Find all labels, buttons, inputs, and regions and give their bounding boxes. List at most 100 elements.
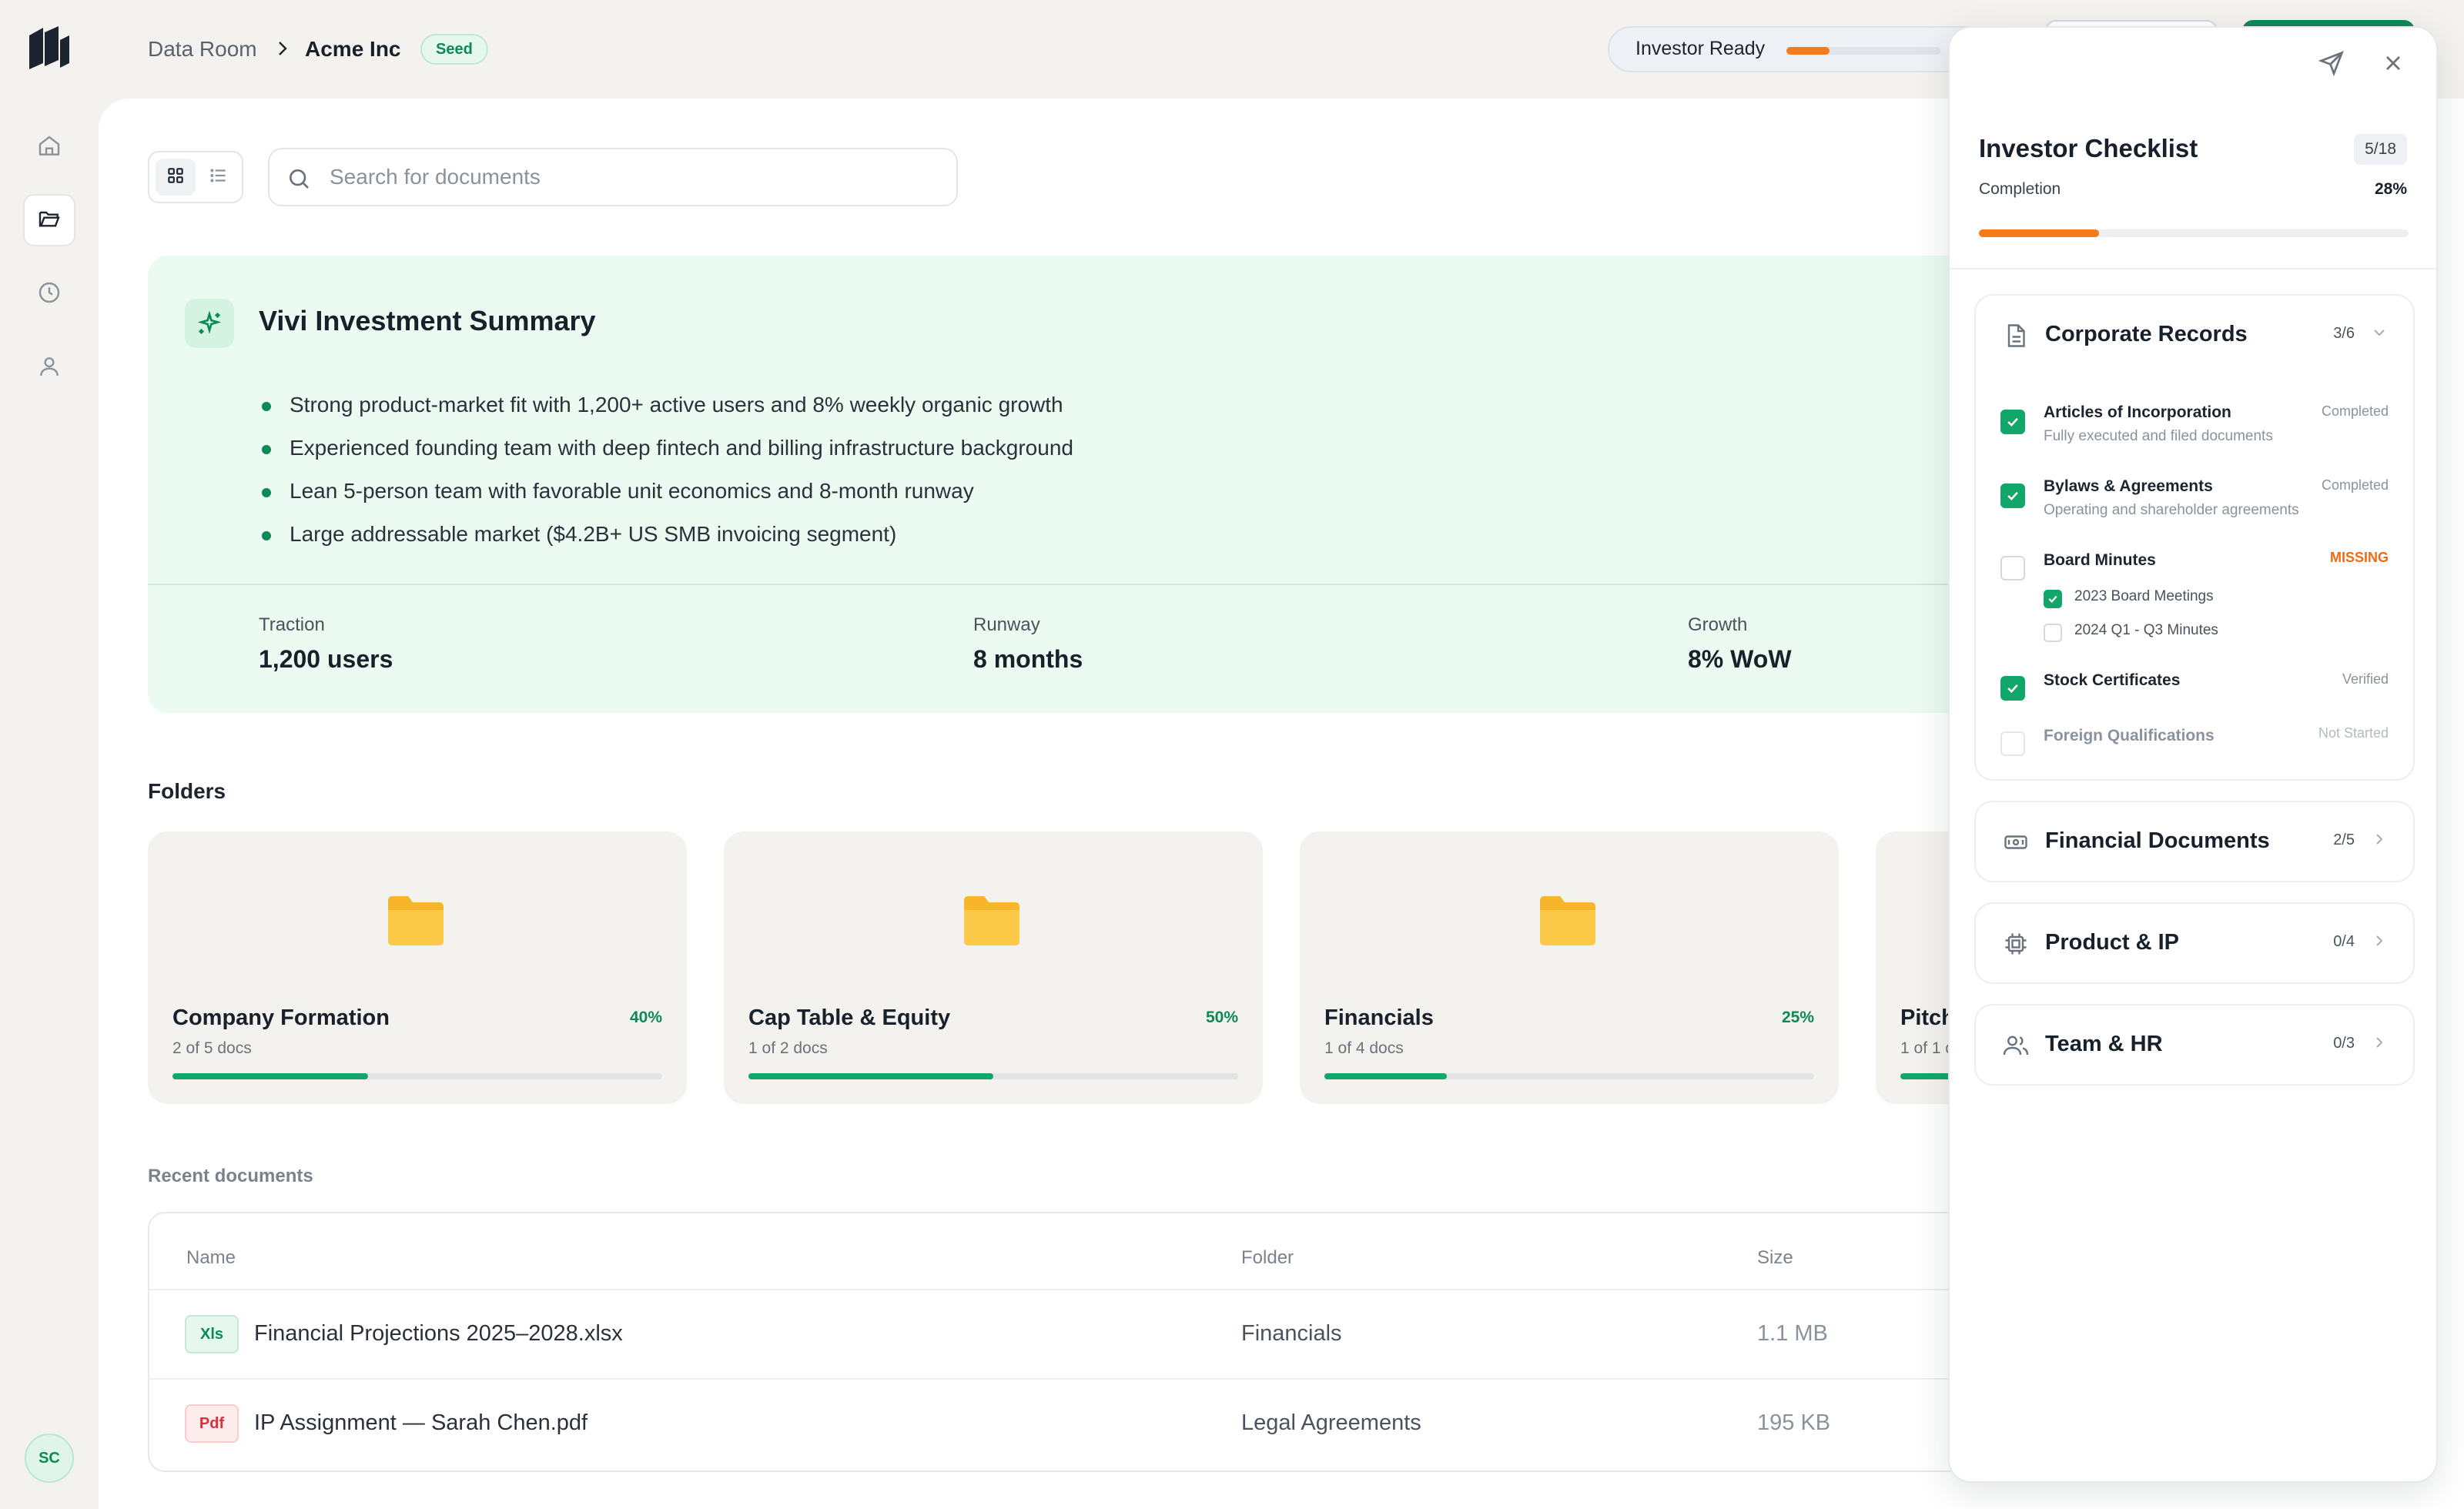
column-header-size[interactable]: Size bbox=[1757, 1247, 1793, 1269]
nav-history[interactable] bbox=[23, 268, 75, 320]
recent-documents-table: Name Folder Size Xls Financial Projectio… bbox=[148, 1212, 2258, 1472]
category-name[interactable]: Corporate Records bbox=[2045, 322, 2248, 347]
checklist-title: Investor Checklist bbox=[1979, 134, 2198, 162]
checkbox-unchecked[interactable] bbox=[2000, 556, 2025, 581]
banknote-icon bbox=[2002, 828, 2030, 860]
chevron-right-icon bbox=[2370, 932, 2389, 954]
pdf-file-icon: Pdf bbox=[185, 1404, 239, 1443]
column-header-name[interactable]: Name bbox=[186, 1247, 236, 1269]
sparkle-icon bbox=[185, 299, 234, 348]
folder-icon bbox=[1538, 893, 1597, 951]
column-header-folder[interactable]: Folder bbox=[1241, 1247, 1294, 1269]
summary-bullet: Experienced founding team with deep fint… bbox=[259, 427, 1073, 470]
subitem-checkbox-unchecked[interactable] bbox=[2044, 624, 2062, 642]
folder-progress-track bbox=[748, 1073, 1238, 1079]
folder-progress-fill bbox=[172, 1073, 369, 1079]
category-count: 3/6 bbox=[2333, 325, 2355, 342]
document-icon bbox=[2002, 322, 2030, 353]
metric-label: Traction bbox=[259, 614, 325, 635]
nav-data-room[interactable] bbox=[23, 194, 75, 246]
checklist-item[interactable]: Board Minutes MISSING 2023 Board Meeting… bbox=[2000, 550, 2389, 650]
checkbox-checked[interactable] bbox=[2000, 410, 2025, 434]
folder-open-icon bbox=[37, 206, 62, 235]
view-toggle bbox=[148, 151, 243, 203]
document-size: 1.1 MB bbox=[1757, 1321, 1828, 1346]
checkbox-checked[interactable] bbox=[2000, 483, 2025, 508]
nav-home[interactable] bbox=[23, 122, 75, 174]
table-row[interactable]: Xls Financial Projections 2025–2028.xlsx… bbox=[149, 1290, 2256, 1378]
checklist-item[interactable]: Stock Certificates Verified bbox=[2000, 671, 2389, 708]
clock-icon bbox=[37, 280, 62, 309]
close-icon[interactable] bbox=[2381, 51, 2405, 79]
folder-icon bbox=[387, 893, 445, 951]
folder-progress-fill bbox=[1324, 1073, 1447, 1079]
subitem-name: 2024 Q1 - Q3 Minutes bbox=[2074, 622, 2218, 638]
subitem-checkbox-checked[interactable] bbox=[2044, 590, 2062, 608]
investor-checklist-panel: Investor Checklist 5/18 Completion 28% C… bbox=[1948, 26, 2438, 1483]
investor-ready-track bbox=[1786, 47, 1940, 55]
checklist-item[interactable]: Articles of Incorporation Fully executed… bbox=[2000, 403, 2389, 453]
item-status: Completed bbox=[2321, 403, 2389, 419]
category-financial-documents[interactable]: Financial Documents 2/5 bbox=[1974, 801, 2415, 882]
breadcrumb-current: Acme Inc bbox=[305, 37, 401, 61]
category-name: Financial Documents bbox=[2045, 828, 2270, 853]
app-logo[interactable] bbox=[26, 25, 72, 75]
folder-percent: 25% bbox=[1781, 1009, 1814, 1026]
metric-value: 8 months bbox=[973, 645, 1083, 673]
chevron-down-icon[interactable] bbox=[2370, 323, 2389, 346]
metric-traction: Traction 1,200 users bbox=[259, 614, 393, 674]
folder-percent: 50% bbox=[1205, 1009, 1238, 1026]
search-box bbox=[268, 148, 958, 206]
subitem-name: 2023 Board Meetings bbox=[2074, 588, 2214, 604]
folder-progress-track bbox=[1324, 1073, 1814, 1079]
check-icon bbox=[2007, 417, 2018, 427]
document-folder: Legal Agreements bbox=[1241, 1410, 1421, 1435]
document-name: IP Assignment — Sarah Chen.pdf bbox=[254, 1410, 588, 1435]
breadcrumb-root[interactable]: Data Room bbox=[148, 35, 257, 63]
folder-name: Financials bbox=[1324, 1005, 1434, 1030]
completion-fill bbox=[1979, 229, 2100, 237]
folder-card[interactable]: Company Formation 40% 2 of 5 docs bbox=[148, 831, 687, 1104]
user-avatar[interactable]: SC bbox=[25, 1434, 74, 1483]
checkbox-checked[interactable] bbox=[2000, 676, 2025, 701]
completion-track bbox=[1979, 229, 2409, 237]
recent-documents-heading: Recent documents bbox=[148, 1166, 313, 1186]
investor-ready-label: Investor Ready bbox=[1635, 38, 1766, 59]
nav-profile[interactable] bbox=[23, 342, 75, 394]
checklist-item[interactable]: Bylaws & Agreements Operating and shareh… bbox=[2000, 477, 2389, 527]
item-status-missing: MISSING bbox=[2329, 550, 2389, 565]
folder-name: Pitch bbox=[1900, 1005, 1955, 1030]
item-name: Bylaws & Agreements bbox=[2044, 477, 2213, 495]
category-name: Team & HR bbox=[2045, 1032, 2163, 1056]
summary-bullet: Large addressable market ($4.2B+ US SMB … bbox=[259, 513, 1073, 556]
grid-view-button[interactable] bbox=[156, 159, 196, 196]
panel-divider bbox=[1950, 268, 2436, 269]
metric-growth: Growth 8% WoW bbox=[1688, 614, 1792, 674]
checklist-count-badge: 5/18 bbox=[2354, 134, 2407, 165]
search-input[interactable] bbox=[330, 162, 930, 192]
metric-label: Runway bbox=[973, 614, 1040, 635]
folder-card[interactable]: Cap Table & Equity 50% 1 of 2 docs bbox=[724, 831, 1263, 1104]
checklist-item[interactable]: Foreign Qualifications Not Started bbox=[2000, 725, 2389, 762]
table-row[interactable]: Pdf IP Assignment — Sarah Chen.pdf Legal… bbox=[149, 1380, 2256, 1467]
list-view-button[interactable] bbox=[199, 159, 239, 196]
category-team-hr[interactable]: Team & HR 0/3 bbox=[1974, 1004, 2415, 1086]
summary-bullets: Strong product-market fit with 1,200+ ac… bbox=[259, 383, 1073, 556]
folder-docs-count: 1 of 2 docs bbox=[748, 1039, 828, 1057]
completion-value: 28% bbox=[2374, 180, 2407, 198]
user-icon bbox=[37, 354, 62, 383]
chevron-right-icon bbox=[2370, 830, 2389, 852]
send-icon[interactable] bbox=[2318, 49, 2345, 81]
metric-value: 1,200 users bbox=[259, 645, 393, 673]
folder-card[interactable]: Financials 25% 1 of 4 docs bbox=[1300, 831, 1839, 1104]
checkbox-unchecked[interactable] bbox=[2000, 731, 2025, 756]
check-icon bbox=[2048, 595, 2057, 603]
category-count: 0/3 bbox=[2333, 1035, 2355, 1052]
summary-bullet: Strong product-market fit with 1,200+ ac… bbox=[259, 383, 1073, 427]
chip-icon bbox=[2002, 930, 2030, 962]
category-product-ip[interactable]: Product & IP 0/4 bbox=[1974, 902, 2415, 984]
document-name: Financial Projections 2025–2028.xlsx bbox=[254, 1321, 623, 1346]
folder-percent: 40% bbox=[629, 1009, 662, 1026]
folder-name: Company Formation bbox=[172, 1005, 390, 1030]
xls-file-icon: Xls bbox=[185, 1315, 239, 1353]
